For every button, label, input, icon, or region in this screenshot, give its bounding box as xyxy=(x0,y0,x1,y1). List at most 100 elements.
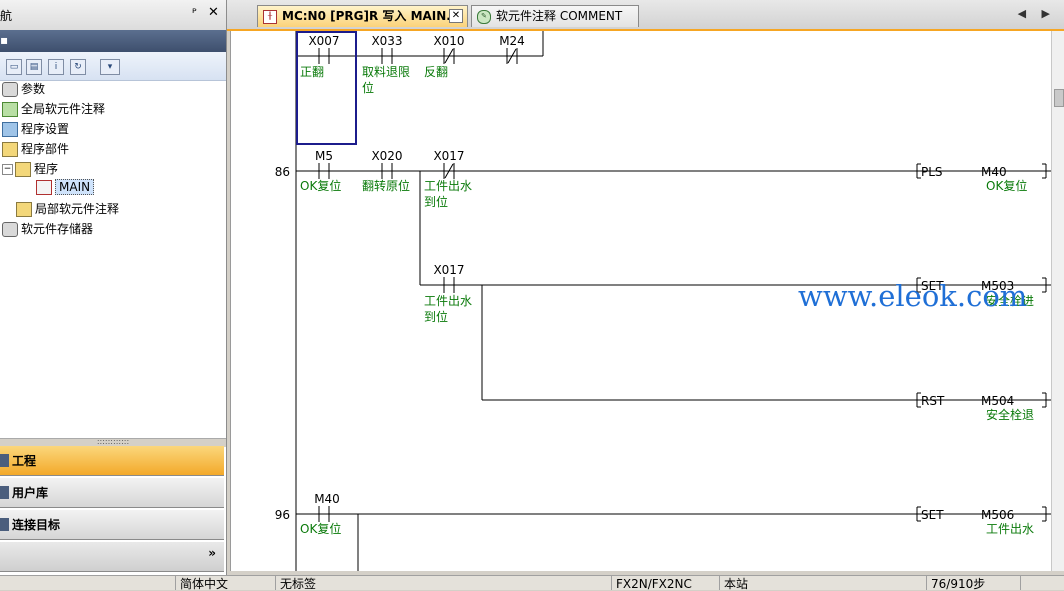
tree-item-local-comment[interactable]: 局部软元件注释 xyxy=(16,200,119,218)
nav-tab-label: 工程 xyxy=(12,454,37,468)
nav-toolbar: ▭ ▤ i ↻ ▾ xyxy=(0,52,226,81)
device-comment: 位 xyxy=(362,80,374,95)
tree-label: 程序 xyxy=(34,162,59,176)
device-label: X033 xyxy=(371,34,402,48)
tree-label: 软元件存储器 xyxy=(21,222,94,236)
close-icon[interactable]: ✕ xyxy=(208,5,219,20)
tree-item-main[interactable]: MAIN xyxy=(36,179,95,198)
program-setting-icon xyxy=(2,122,18,137)
device-comment: OK复位 xyxy=(300,521,341,536)
nav-tab-label: 连接目标 xyxy=(12,518,61,532)
ladder-program-icon xyxy=(36,180,52,195)
folder-icon xyxy=(16,202,32,217)
nav-tab-more[interactable]: » xyxy=(0,542,224,572)
nav-tab-user-library[interactable]: 用户库 xyxy=(0,478,224,508)
parameter-icon xyxy=(2,82,18,97)
device-label: X010 xyxy=(433,34,464,48)
collapse-icon[interactable]: − xyxy=(2,164,13,175)
library-icon xyxy=(0,486,9,499)
copy-icon[interactable]: ▭ xyxy=(6,59,22,75)
comment-icon: ✎ xyxy=(477,10,491,24)
filter-dropdown-icon[interactable]: ▾ xyxy=(100,59,120,75)
tab-main-ladder[interactable]: ╫ MC:N0 [PRG]R 写入 MAIN... ✕ xyxy=(257,5,468,27)
nav-tab-project[interactable]: 工程 xyxy=(0,446,224,476)
device-label: X020 xyxy=(371,149,402,163)
device-comment: 工件出水 xyxy=(424,294,472,308)
tree-item-pou[interactable]: 程序部件 xyxy=(2,140,69,158)
ladder-icon: ╫ xyxy=(263,10,277,24)
instruction-label: SET xyxy=(921,508,944,522)
device-comment: 翻转原位 xyxy=(362,178,410,193)
tab-label: 软元件注释 COMMENT xyxy=(496,9,623,23)
nav-header-mark: ▪ xyxy=(0,33,9,47)
tree-item-program[interactable]: − 程序 xyxy=(2,160,58,178)
nav-header-bar: ▪ xyxy=(0,30,226,52)
device-comment: 反翻 xyxy=(424,65,448,79)
status-divider xyxy=(1020,576,1021,590)
watermark: www.eleok.com xyxy=(798,279,1028,313)
status-divider xyxy=(175,576,176,590)
step-number: 86 xyxy=(275,165,290,179)
tree-label: 全局软元件注释 xyxy=(21,102,106,116)
nav-title: 航 xyxy=(0,9,13,23)
device-comment: 到位 xyxy=(424,194,448,209)
device-comment: 安全栓退 xyxy=(986,407,1034,422)
nav-tab-connection[interactable]: 连接目标 xyxy=(0,510,224,540)
document-tab-strip: ╫ MC:N0 [PRG]R 写入 MAIN... ✕ ✎ 软元件注释 COMM… xyxy=(227,0,1064,31)
close-tab-icon[interactable]: ✕ xyxy=(449,9,463,23)
folder-icon xyxy=(2,142,18,157)
instruction-label: PLS xyxy=(921,165,943,179)
connection-icon xyxy=(0,518,9,531)
comment-icon xyxy=(2,102,18,117)
device-label: M40 xyxy=(314,492,340,506)
chevron-down-icon[interactable]: » xyxy=(208,538,216,568)
device-comment: 工件出水 xyxy=(424,179,472,193)
status-divider xyxy=(926,576,927,590)
instruction-label: RST xyxy=(921,394,945,408)
device-label: X007 xyxy=(308,34,339,48)
device-label: M24 xyxy=(499,34,525,48)
device-comment: OK复位 xyxy=(986,178,1027,193)
tree-label: 局部软元件注释 xyxy=(35,202,120,216)
status-divider xyxy=(275,576,276,590)
ladder-cursor xyxy=(296,31,357,145)
tree-label: 程序部件 xyxy=(21,142,70,156)
tree-label: 参数 xyxy=(21,82,46,96)
tree-item-parameters[interactable]: 参数 xyxy=(2,80,45,98)
status-bar: 简体中文 无标签 FX2N/FX2NC 本站 76/910步 xyxy=(0,575,1064,591)
pin-icon[interactable]: ᴾ xyxy=(192,6,197,20)
device-label: X017 xyxy=(433,149,464,163)
tab-device-comment[interactable]: ✎ 软元件注释 COMMENT xyxy=(471,5,639,27)
device-label: M506 xyxy=(981,508,1014,522)
project-icon xyxy=(0,454,9,467)
info-icon[interactable]: i xyxy=(48,59,64,75)
tree-item-global-comment[interactable]: 全局软元件注释 xyxy=(2,100,105,118)
device-comment: 正翻 xyxy=(300,65,324,79)
nav-tab-label: 用户库 xyxy=(12,486,49,500)
tree-item-program-setting[interactable]: 程序设置 xyxy=(2,120,69,138)
tab-label: MC:N0 [PRG]R 写入 MAIN... xyxy=(282,9,460,23)
tree-label: 程序设置 xyxy=(21,122,70,136)
device-label: M5 xyxy=(315,149,333,163)
navigation-panel: 航 ᴾ ✕ ▪ ▭ ▤ i ↻ ▾ 参数 全局软元件注释 程序设置 程序部件 −… xyxy=(0,0,227,575)
device-comment: OK复位 xyxy=(300,178,341,193)
folder-open-icon xyxy=(15,162,31,177)
tree-item-device-memory[interactable]: 软元件存储器 xyxy=(2,220,93,238)
tree-label-selected: MAIN xyxy=(55,179,95,195)
step-number: 96 xyxy=(275,508,290,522)
scrollbar-thumb[interactable] xyxy=(1054,89,1064,107)
status-divider xyxy=(719,576,720,590)
vertical-scrollbar[interactable] xyxy=(1051,31,1064,571)
nav-title-bar: 航 ᴾ ✕ xyxy=(0,0,226,31)
device-comment: 工件出水 xyxy=(986,522,1034,536)
device-label: X017 xyxy=(433,263,464,277)
device-label: M504 xyxy=(981,394,1014,408)
device-label: M40 xyxy=(981,165,1007,179)
device-comment: 取料退限 xyxy=(362,65,410,79)
refresh-icon[interactable]: ↻ xyxy=(70,59,86,75)
device-memory-icon xyxy=(2,222,18,237)
tab-scroll-arrows-icon[interactable]: ◀ ▶ xyxy=(1018,7,1056,20)
paste-icon[interactable]: ▤ xyxy=(26,59,42,75)
status-divider xyxy=(611,576,612,590)
device-comment: 到位 xyxy=(424,309,448,324)
